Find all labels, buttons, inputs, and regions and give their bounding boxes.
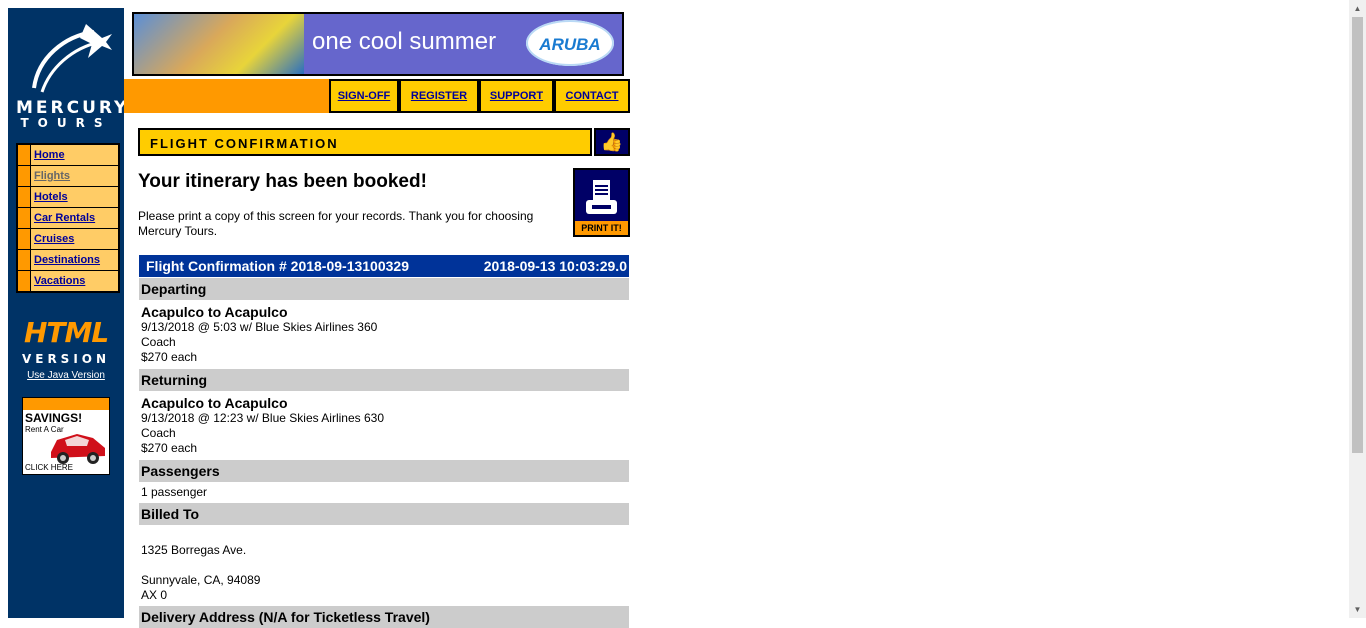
booked-title: Your itinerary has been booked! (138, 171, 427, 192)
sidebar-item-vacations: Vacations (18, 271, 118, 291)
returning-details: Acapulco to Acapulco 9/13/2018 @ 12:23 w… (141, 395, 384, 456)
sidebar-item-flights: Flights (18, 166, 118, 186)
top-nav-sign-off: SIGN-OFF (329, 79, 399, 113)
page: MERCURY TOURS Home Flights Hotels Car Re… (8, 8, 630, 628)
top-nav-register: REGISTER (399, 79, 479, 113)
returning-route: Acapulco to Acapulco (141, 395, 288, 411)
nav-bullet (18, 145, 30, 165)
billing-address-line1: 1325 Borregas Ave. (141, 543, 247, 557)
top-nav-support: SUPPORT (479, 79, 554, 113)
confirmation-bar: Flight Confirmation # 2018-09-13100329 2… (139, 255, 629, 277)
departing-flight: 9/13/2018 @ 5:03 w/ Blue Skies Airlines … (141, 320, 378, 334)
html-version-badge: HTML VERSION (20, 316, 112, 376)
returning-class: Coach (141, 426, 176, 440)
sidebar-nav: Home Flights Hotels Car Rentals Cruises … (16, 143, 120, 293)
nav-bullet (18, 166, 30, 186)
section-title: FLIGHT CONFIRMATION (150, 136, 339, 151)
scrollbar-thumb[interactable] (1352, 17, 1363, 453)
print-it-label: PRINT IT! (575, 221, 628, 235)
top-nav-bar: SIGN-OFF REGISTER SUPPORT CONTACT (124, 79, 630, 113)
departing-route: Acapulco to Acapulco (141, 304, 288, 320)
scroll-up-arrow-icon[interactable]: ▲ (1349, 0, 1366, 17)
logo-text-mercury: MERCURY (16, 98, 130, 118)
nav-bullet (18, 208, 30, 228)
red-car-icon (51, 434, 105, 464)
returning-header: Returning (139, 369, 629, 391)
nav-bullet (18, 250, 30, 270)
page-scrollbar[interactable]: ▲ ▼ (1349, 0, 1366, 618)
rent-a-car-ad[interactable]: SAVINGS! Rent A Car CLICK HERE (22, 397, 110, 475)
mercury-tours-logo[interactable]: MERCURY TOURS (16, 18, 130, 130)
html-version-subtitle: VERSION (21, 352, 111, 366)
departing-details: Acapulco to Acapulco 9/13/2018 @ 5:03 w/… (141, 304, 377, 365)
print-message: Please print a copy of this screen for y… (138, 209, 534, 238)
confirmation-number: Flight Confirmation # 2018-09-13100329 (146, 258, 409, 274)
nav-link-car-rentals[interactable]: Car Rentals (34, 212, 95, 224)
ad-click-here-text: CLICK HERE (25, 463, 74, 472)
departing-price: $270 each (141, 350, 198, 364)
support-link[interactable]: SUPPORT (490, 90, 543, 102)
returning-flight: 9/13/2018 @ 12:23 w/ Blue Skies Airlines… (141, 411, 384, 425)
register-link[interactable]: REGISTER (411, 90, 467, 102)
nav-bullet (18, 229, 30, 249)
nav-link-cruises[interactable]: Cruises (34, 233, 74, 245)
scroll-down-arrow-icon[interactable]: ▼ (1349, 601, 1366, 618)
nav-bullet (18, 271, 30, 291)
confirmation-timestamp: 2018-09-13 10:03:29.0 (483, 258, 627, 274)
nav-link-flights[interactable]: Flights (34, 170, 70, 182)
nav-link-home[interactable]: Home (34, 149, 65, 161)
departing-header: Departing (139, 278, 629, 300)
sidebar-item-car-rentals: Car Rentals (18, 208, 118, 228)
billing-address-line2: Sunnyvale, CA, 94089 (141, 573, 261, 587)
sidebar-item-cruises: Cruises (18, 229, 118, 249)
plane-logo-icon (32, 24, 112, 93)
sidebar-item-destinations: Destinations (18, 250, 118, 270)
delivery-address-header: Delivery Address (N/A for Ticketless Tra… (139, 606, 629, 628)
nav-link-hotels[interactable]: Hotels (34, 191, 68, 203)
sidebar-item-hotels: Hotels (18, 187, 118, 207)
aruba-logo: ARUBA (526, 20, 614, 66)
nav-link-destinations[interactable]: Destinations (34, 254, 100, 266)
flight-confirmation-header: FLIGHT CONFIRMATION (138, 128, 592, 156)
html-version-title: HTML (24, 316, 109, 349)
billing-card: AX 0 (141, 588, 168, 602)
top-nav-contact: CONTACT (554, 79, 630, 113)
sidebar-item-home: Home (18, 145, 118, 165)
use-java-version-link[interactable]: Use Java Version (8, 370, 124, 381)
returning-price: $270 each (141, 441, 198, 455)
sign-off-link[interactable]: SIGN-OFF (338, 90, 391, 102)
banner-tagline: one cool summer (312, 28, 497, 55)
aruba-logo-text: ARUBA (539, 35, 601, 54)
passengers-count: 1 passenger (141, 485, 208, 499)
nav-bullet (18, 187, 30, 207)
aruba-banner-ad[interactable]: one cool summer ARUBA (132, 12, 624, 76)
nav-link-vacations[interactable]: Vacations (34, 275, 85, 287)
ad-top-bar (23, 398, 109, 410)
contact-link[interactable]: CONTACT (566, 90, 619, 102)
billed-to-header: Billed To (139, 503, 629, 525)
banner-photo (134, 14, 304, 74)
sidebar: MERCURY TOURS Home Flights Hotels Car Re… (8, 8, 130, 618)
print-it-button[interactable]: PRINT IT! (573, 168, 630, 237)
logo-text-tours: TOURS (20, 116, 112, 130)
passengers-header: Passengers (139, 460, 629, 482)
departing-class: Coach (141, 335, 176, 349)
printer-icon (586, 180, 617, 214)
thumbs-up-icon: 👍 (594, 128, 630, 156)
